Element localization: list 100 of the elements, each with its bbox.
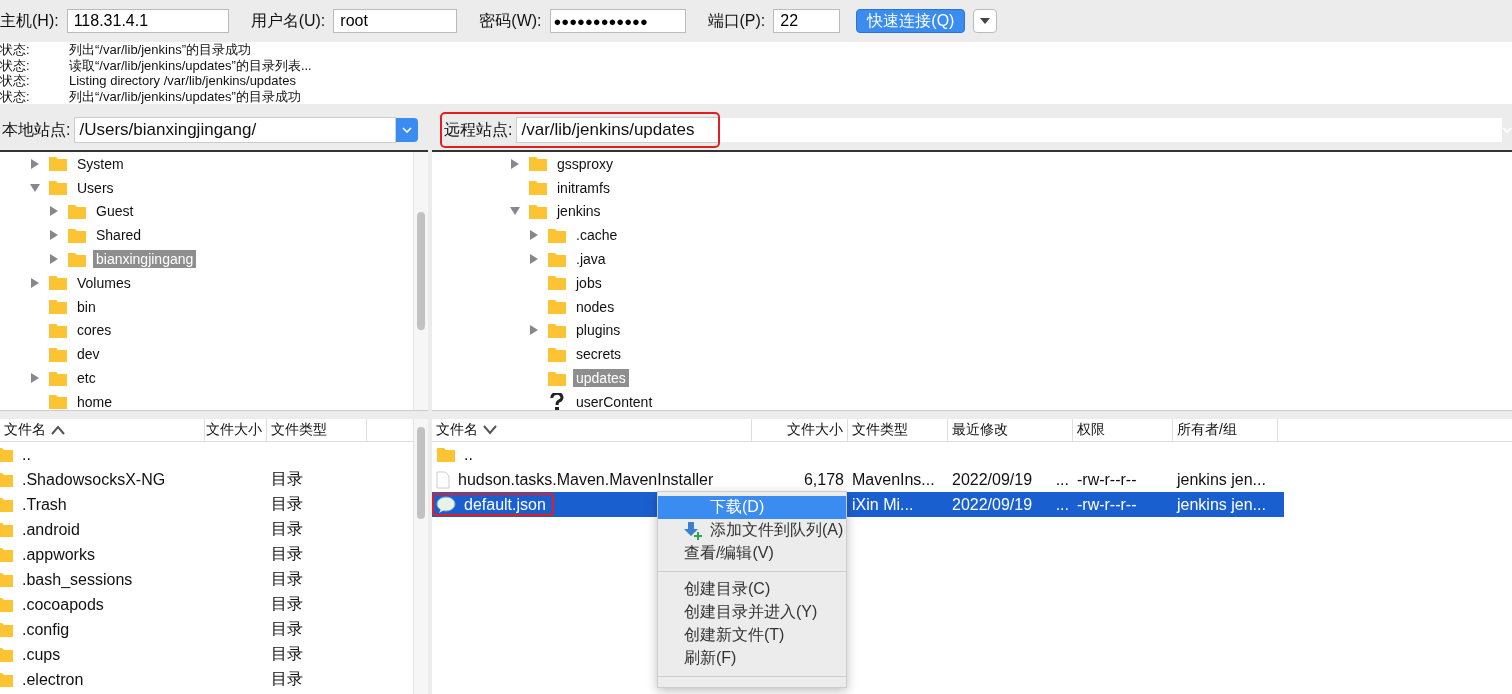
folder-icon xyxy=(0,546,14,563)
table-cell-text: 目录 xyxy=(271,594,303,614)
table-cell: jenkins jen... xyxy=(1177,470,1266,489)
collapsed-arrow-icon[interactable] xyxy=(49,206,59,217)
tree-item[interactable]: userContent xyxy=(573,392,656,411)
collapsed-arrow-icon[interactable] xyxy=(529,325,539,336)
file-name[interactable]: .. xyxy=(22,445,31,464)
table-cell-text: 目录 xyxy=(271,519,303,539)
tree-item[interactable]: .java xyxy=(573,250,609,269)
collapsed-arrow-icon[interactable] xyxy=(30,373,40,384)
folder-icon xyxy=(48,155,68,173)
collapsed-arrow-icon[interactable] xyxy=(510,158,520,169)
input-field[interactable]: root xyxy=(333,9,458,33)
field-label: 用户名(U): xyxy=(250,10,326,31)
tree-item[interactable]: dev xyxy=(74,345,103,364)
column-header[interactable]: 权限 xyxy=(1073,419,1173,441)
collapsed-arrow-icon[interactable] xyxy=(49,230,59,241)
file-name[interactable]: .. xyxy=(464,445,473,464)
table-cell: 2022/09/19 xyxy=(952,495,1033,514)
menu-item[interactable]: 创建目录(C) xyxy=(658,578,846,601)
expanded-arrow-icon[interactable] xyxy=(510,206,520,217)
tree-item[interactable]: initramfs xyxy=(554,178,613,197)
folder-icon xyxy=(528,179,548,197)
tree-item[interactable]: Shared xyxy=(93,226,145,245)
menu-item[interactable]: 添加文件到队列(A) xyxy=(658,519,846,542)
folder-icon xyxy=(547,226,567,244)
folder-icon xyxy=(547,345,567,363)
file-name[interactable]: .cups xyxy=(22,645,61,664)
file-name[interactable]: .electron xyxy=(22,670,84,689)
file-name[interactable]: .bash_sessions xyxy=(22,570,133,589)
collapsed-arrow-icon[interactable] xyxy=(529,254,539,265)
log-message: 列出“/var/lib/jenkins”的目录成功 xyxy=(69,42,252,58)
file-name[interactable]: .config xyxy=(22,620,70,639)
column-header[interactable]: 文件名 xyxy=(0,419,205,441)
tree-item[interactable]: Users xyxy=(74,178,117,197)
table-cell: ... xyxy=(1055,470,1069,489)
column-header[interactable]: 文件类型 xyxy=(848,419,948,441)
tree-item[interactable]: etc xyxy=(74,369,99,388)
field-label: 密码(W): xyxy=(479,10,542,31)
tree-item[interactable]: gssproxy xyxy=(554,154,617,173)
menu-item[interactable]: 刷新(F) xyxy=(658,647,846,670)
collapsed-arrow-icon[interactable] xyxy=(30,158,40,169)
tree-item[interactable]: plugins xyxy=(573,321,624,340)
folder-icon xyxy=(0,671,14,688)
tree-item[interactable]: jobs xyxy=(573,273,605,292)
folder-icon xyxy=(0,596,14,613)
file-name[interactable]: hudson.tasks.Maven.MavenInstaller xyxy=(458,470,714,489)
input-field[interactable]: ●●●●●●●●●●●● xyxy=(549,9,686,33)
tree-item[interactable]: System xyxy=(74,154,127,173)
path-field[interactable]: /var/lib/jenkins/updates xyxy=(516,117,718,143)
folder-icon xyxy=(547,369,567,387)
column-header[interactable]: 文件类型 xyxy=(267,419,367,441)
file-name[interactable]: .appworks xyxy=(22,545,95,564)
collapsed-arrow-icon[interactable] xyxy=(529,230,539,241)
tree-item[interactable]: cores xyxy=(74,321,115,340)
folder-icon xyxy=(48,369,68,387)
tree-item[interactable]: secrets xyxy=(573,345,625,364)
tree-item[interactable]: home xyxy=(74,392,116,411)
tree-item[interactable]: Volumes xyxy=(74,273,134,292)
scrollbar[interactable] xyxy=(413,419,428,694)
menu-item[interactable]: 查看/编辑(V) xyxy=(658,542,846,565)
menu-item[interactable]: 创建目录并进入(Y) xyxy=(658,601,846,624)
input-field[interactable]: 118.31.4.1 xyxy=(66,9,229,33)
folder-icon xyxy=(436,446,456,463)
collapsed-arrow-icon[interactable] xyxy=(30,277,40,288)
tree-item[interactable]: bin xyxy=(74,297,99,316)
column-header[interactable]: 文件名 xyxy=(432,419,752,441)
tree-item[interactable]: jenkins xyxy=(554,202,604,221)
collapsed-arrow-icon[interactable] xyxy=(49,254,59,265)
file-name[interactable]: .Trash xyxy=(22,495,67,514)
file-name[interactable]: .cocoapods xyxy=(22,595,104,614)
chat-bubble-icon xyxy=(436,495,456,514)
folder-icon xyxy=(0,496,14,513)
expanded-arrow-icon[interactable] xyxy=(30,182,40,193)
table-cell: 6,178 xyxy=(803,470,844,489)
log-message: Listing directory /var/lib/jenkins/updates xyxy=(69,73,296,89)
folder-icon xyxy=(0,471,14,488)
tree-item[interactable]: nodes xyxy=(573,297,618,316)
tree-item[interactable]: .cache xyxy=(573,226,621,245)
scrollbar[interactable] xyxy=(413,152,428,410)
folder-icon xyxy=(48,179,68,197)
menu-item[interactable]: 创建新文件(T) xyxy=(658,624,846,647)
tree-item[interactable]: Guest xyxy=(93,202,137,221)
path-field[interactable]: /Users/bianxingjingang/ xyxy=(74,117,396,143)
folder-icon xyxy=(67,203,87,220)
input-field[interactable]: 22 xyxy=(773,9,841,33)
table-cell: -rw-r--r-- xyxy=(1077,495,1137,514)
table-cell-text: 目录 xyxy=(271,469,303,489)
file-name[interactable]: .android xyxy=(22,520,80,539)
table-cell-text: 目录 xyxy=(271,494,303,514)
folder-icon xyxy=(528,155,548,173)
column-header[interactable]: 文件大小 xyxy=(205,419,267,441)
log-message: 列出“/var/lib/jenkins/updates”的目录成功 xyxy=(69,88,301,104)
log-label: 状态: xyxy=(0,57,31,73)
column-header[interactable]: 文件大小 xyxy=(752,419,848,441)
table-cell-text: 目录 xyxy=(271,644,303,664)
table-cell-text: 目录 xyxy=(271,569,303,589)
column-header[interactable]: 所有者/组 xyxy=(1173,419,1278,441)
file-name[interactable]: .ShadowsocksX-NG xyxy=(22,470,166,489)
column-header[interactable]: 最近修改 xyxy=(948,419,1073,441)
